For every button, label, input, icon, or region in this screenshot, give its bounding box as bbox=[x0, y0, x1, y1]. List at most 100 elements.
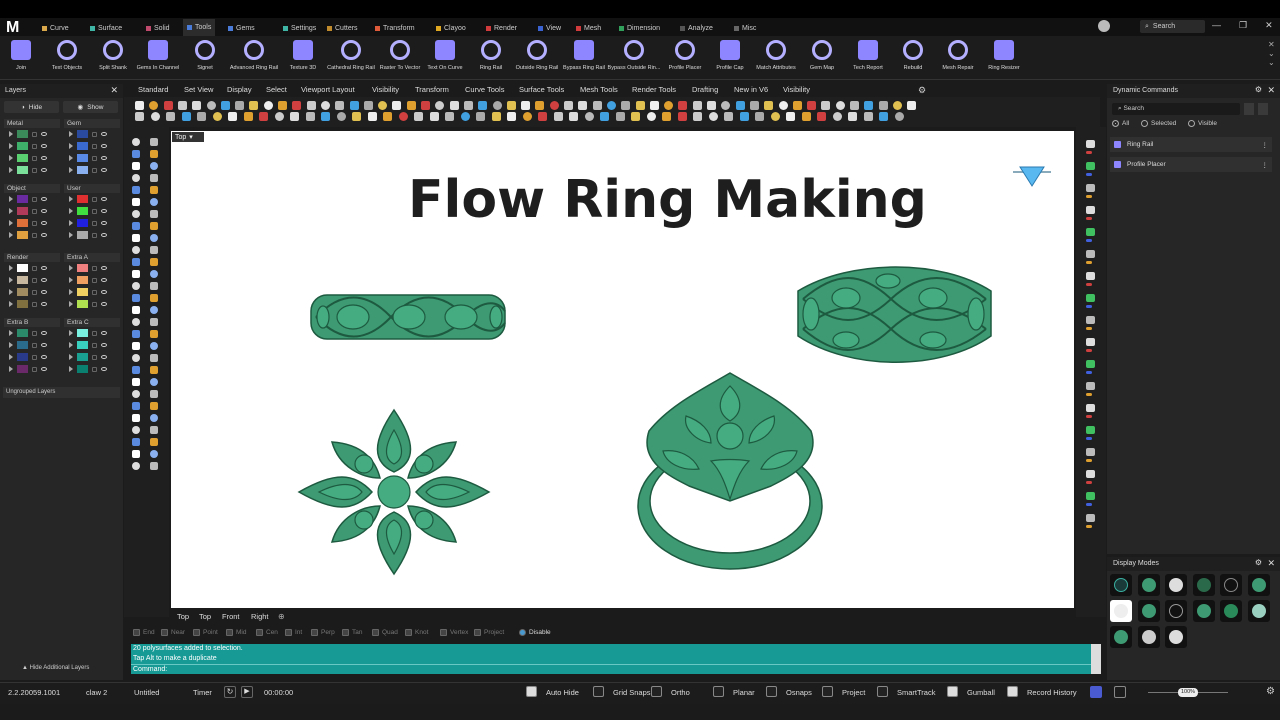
expand-icon[interactable] bbox=[9, 277, 13, 283]
viewport-tool-icon[interactable] bbox=[678, 101, 688, 110]
eye-icon[interactable] bbox=[41, 266, 47, 270]
viewport-tool-icon[interactable] bbox=[177, 101, 187, 110]
right-tool-icon[interactable] bbox=[1086, 173, 1092, 176]
close-icon[interactable]: ✕ bbox=[1265, 20, 1273, 34]
lock-icon[interactable] bbox=[92, 354, 97, 360]
toggle-label[interactable]: SmartTrack bbox=[897, 688, 935, 697]
viewport-tool-icon[interactable] bbox=[649, 101, 659, 110]
left-tool-icon[interactable] bbox=[150, 366, 158, 374]
viewport-tool-icon[interactable] bbox=[367, 112, 377, 121]
expand-icon[interactable] bbox=[69, 330, 73, 336]
left-tool-icon[interactable] bbox=[150, 150, 158, 158]
close-icon[interactable]: ✕ bbox=[1267, 85, 1275, 96]
right-tool-icon[interactable] bbox=[1086, 481, 1092, 484]
eye-icon[interactable] bbox=[41, 355, 47, 359]
display-mode-thumbnail[interactable] bbox=[1192, 600, 1215, 622]
eye-icon[interactable] bbox=[101, 132, 107, 136]
command-scrollbar[interactable] bbox=[1091, 644, 1101, 674]
viewport-tool-icon[interactable] bbox=[755, 112, 764, 121]
left-tool-icon[interactable] bbox=[150, 198, 158, 206]
checkbox[interactable] bbox=[133, 629, 140, 636]
viewport-tool-icon[interactable] bbox=[220, 101, 230, 110]
eye-icon[interactable] bbox=[41, 209, 47, 213]
viewport-tool-icon[interactable] bbox=[778, 101, 788, 110]
layer-color-swatch[interactable] bbox=[77, 142, 88, 150]
viewport-tool-icon[interactable] bbox=[290, 112, 299, 121]
viewport-tool-icon[interactable] bbox=[553, 112, 563, 121]
layer-color-swatch[interactable] bbox=[17, 154, 28, 162]
left-tool-icon[interactable] bbox=[150, 138, 158, 146]
eye-icon[interactable] bbox=[41, 144, 47, 148]
layer-color-swatch[interactable] bbox=[17, 288, 28, 296]
layer-row[interactable] bbox=[64, 217, 120, 229]
expand-icon[interactable] bbox=[69, 301, 73, 307]
left-tool-icon[interactable] bbox=[132, 138, 140, 146]
viewport-tool-icon[interactable] bbox=[592, 101, 602, 110]
viewport-tool-icon[interactable] bbox=[894, 112, 904, 121]
layer-color-swatch[interactable] bbox=[17, 130, 28, 138]
viewport-tool-icon[interactable] bbox=[863, 112, 873, 121]
right-tool-icon[interactable] bbox=[1086, 360, 1095, 368]
left-tool-icon[interactable] bbox=[132, 210, 140, 218]
left-tool-icon[interactable] bbox=[150, 342, 158, 350]
layer-row[interactable] bbox=[64, 193, 120, 205]
left-tool-icon[interactable] bbox=[132, 426, 140, 434]
dynamic-command-item[interactable]: Profile Placer ⋮ bbox=[1110, 157, 1272, 172]
layer-row[interactable] bbox=[64, 298, 120, 310]
lock-icon[interactable] bbox=[92, 301, 97, 307]
toggle-label[interactable]: Planar bbox=[733, 688, 755, 697]
checkbox[interactable] bbox=[372, 629, 379, 636]
osnap-near[interactable]: Near bbox=[161, 629, 185, 636]
expand-icon[interactable] bbox=[69, 342, 73, 348]
left-tool-icon[interactable] bbox=[150, 270, 158, 278]
right-tool-icon[interactable] bbox=[1086, 305, 1092, 308]
viewport-menu-set-view[interactable]: Set View bbox=[184, 85, 213, 94]
global-search[interactable]: ⌕ Search bbox=[1140, 20, 1205, 33]
osnap-quad[interactable]: Quad bbox=[372, 629, 398, 636]
viewport-tool-icon[interactable] bbox=[406, 101, 416, 110]
left-tool-icon[interactable] bbox=[150, 282, 158, 290]
checkbox[interactable] bbox=[440, 629, 447, 636]
display-mode-thumbnail[interactable] bbox=[1110, 600, 1132, 622]
layer-row[interactable] bbox=[64, 140, 120, 152]
viewport-tool-icon[interactable] bbox=[192, 101, 202, 110]
checkbox[interactable] bbox=[405, 629, 412, 636]
layer-color-swatch[interactable] bbox=[17, 276, 28, 284]
left-tool-icon[interactable] bbox=[150, 162, 158, 170]
right-tool-icon[interactable] bbox=[1086, 470, 1095, 478]
viewport-tool-icon[interactable] bbox=[635, 101, 645, 110]
add-viewport-icon[interactable]: ⊕ bbox=[278, 612, 285, 621]
expand-icon[interactable] bbox=[69, 143, 73, 149]
osnap-tan[interactable]: Tan bbox=[342, 629, 362, 636]
toggle-label[interactable]: Gumball bbox=[967, 688, 995, 697]
tab-dimension[interactable]: Dimension bbox=[619, 22, 660, 34]
right-tool-icon[interactable] bbox=[1086, 228, 1095, 236]
tab-clayoo[interactable]: Clayoo bbox=[436, 22, 466, 34]
viewport-tool-icon[interactable] bbox=[243, 112, 253, 121]
viewport-tool-icon[interactable] bbox=[321, 112, 330, 121]
display-mode-thumbnail[interactable] bbox=[1247, 574, 1270, 596]
eye-icon[interactable] bbox=[41, 221, 47, 225]
viewport-tool-icon[interactable] bbox=[212, 112, 222, 121]
expand-icon[interactable] bbox=[9, 342, 13, 348]
layer-row[interactable] bbox=[4, 286, 60, 298]
viewport-tool-icon[interactable] bbox=[764, 101, 774, 110]
left-tool-icon[interactable] bbox=[150, 210, 158, 218]
display-mode-thumbnail[interactable] bbox=[1220, 600, 1242, 622]
zoom-slider-handle[interactable]: 100% bbox=[1178, 688, 1198, 697]
viewport-tool-icon[interactable] bbox=[336, 112, 346, 121]
layer-color-swatch[interactable] bbox=[77, 231, 88, 239]
right-tool-icon[interactable] bbox=[1086, 239, 1092, 242]
lock-icon[interactable] bbox=[92, 167, 97, 173]
viewport-tool-icon[interactable] bbox=[600, 112, 609, 121]
osnap-mid[interactable]: Mid bbox=[226, 629, 246, 636]
expand-icon[interactable] bbox=[9, 232, 13, 238]
osnap-end[interactable]: End bbox=[133, 629, 155, 636]
viewport-menu-visibility[interactable]: Visibility bbox=[783, 85, 810, 94]
viewport-tool-icon[interactable] bbox=[392, 101, 402, 110]
tab-transform[interactable]: Transform bbox=[375, 22, 415, 34]
viewport-tool-icon[interactable] bbox=[305, 112, 315, 121]
viewport-tool-icon[interactable] bbox=[892, 101, 902, 110]
expand-icon[interactable] bbox=[69, 208, 73, 214]
expand-icon[interactable] bbox=[9, 131, 13, 137]
